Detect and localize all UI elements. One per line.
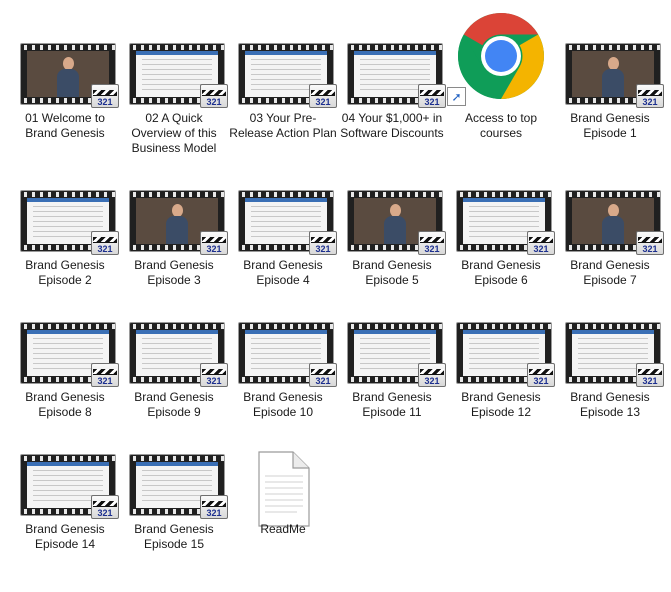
file-name-label: Brand Genesis Episode 11 <box>352 390 432 419</box>
file-name-label: Access to top courses <box>464 111 538 140</box>
media-player-badge-icon: 321 <box>200 363 228 387</box>
file-name-label: Brand Genesis Episode 12 <box>461 390 541 419</box>
video-file-icon: 321 <box>130 44 228 108</box>
media-player-badge-icon: 321 <box>309 363 337 387</box>
media-player-badge-icon: 321 <box>91 495 119 519</box>
file-name-label: Brand Genesis Episode 1 <box>570 111 650 140</box>
file-name-label: Brand Genesis Episode 3 <box>134 258 214 287</box>
file-name-label: Brand Genesis Episode 8 <box>25 390 105 419</box>
file-name-label: Brand Genesis Episode 14 <box>25 522 105 551</box>
file-name-label: 02 A Quick Overview of this Business Mod… <box>131 111 217 155</box>
video-file-icon: 321 <box>21 455 119 519</box>
file-name-label: Brand Genesis Episode 6 <box>461 258 541 287</box>
file-name-label: Brand Genesis Episode 13 <box>570 390 650 419</box>
media-player-badge-icon: 321 <box>636 84 664 108</box>
video-file-icon: 321 <box>348 323 446 387</box>
video-file-icon: 321 <box>348 191 446 255</box>
video-file-icon: 321 <box>239 323 337 387</box>
file-name-label: Brand Genesis Episode 7 <box>570 258 650 287</box>
file-name-label: Brand Genesis Episode 9 <box>134 390 214 419</box>
file-grid: 321 01 Welcome to Brand Genesis 321 02 A Qu… <box>0 0 671 592</box>
video-file-icon: 321 <box>21 191 119 255</box>
media-player-badge-icon: 321 <box>527 363 555 387</box>
media-player-badge-icon: 321 <box>200 495 228 519</box>
video-file-icon: 321 <box>566 323 664 387</box>
file-name-label: Brand Genesis Episode 10 <box>243 390 323 419</box>
file-name-label: Brand Genesis Episode 5 <box>352 258 432 287</box>
file-name-label: 01 Welcome to Brand Genesis <box>25 111 105 140</box>
video-file-icon: 321 <box>348 44 446 108</box>
video-file-icon: 321 <box>457 323 555 387</box>
file-name-label: ReadMe <box>260 522 306 536</box>
chrome-icon: ➚ <box>447 13 555 106</box>
media-player-badge-icon: 321 <box>418 84 446 108</box>
media-player-badge-icon: 321 <box>418 363 446 387</box>
media-player-badge-icon: 321 <box>527 231 555 255</box>
media-player-badge-icon: 321 <box>636 231 664 255</box>
file-name-label: Brand Genesis Episode 2 <box>25 258 105 287</box>
video-file-icon: 321 <box>130 455 228 519</box>
file-name-label: 03 Your Pre-Release Action Plan <box>229 111 337 140</box>
video-file-icon: 321 <box>130 191 228 255</box>
media-player-badge-icon: 321 <box>309 84 337 108</box>
media-player-badge-icon: 321 <box>91 363 119 387</box>
video-file-icon: 321 <box>239 191 337 255</box>
video-file-icon: 321 <box>21 323 119 387</box>
video-file-icon: 321 <box>566 191 664 255</box>
media-player-badge-icon: 321 <box>200 84 228 108</box>
media-player-badge-icon: 321 <box>636 363 664 387</box>
video-file-icon: 321 <box>457 191 555 255</box>
file-name-label: Brand Genesis Episode 4 <box>243 258 323 287</box>
shortcut-arrow-icon: ➚ <box>447 87 466 106</box>
media-player-badge-icon: 321 <box>309 231 337 255</box>
media-player-badge-icon: 321 <box>200 231 228 255</box>
media-player-badge-icon: 321 <box>91 84 119 108</box>
text-document-icon <box>258 451 310 527</box>
video-file-icon: 321 <box>130 323 228 387</box>
file-name-label: Brand Genesis Episode 15 <box>134 522 214 551</box>
video-file-icon: 321 <box>21 44 119 108</box>
video-file-icon: 321 <box>239 44 337 108</box>
file-name-label: 04 Your $1,000+ in Software Discounts <box>340 111 444 140</box>
media-player-badge-icon: 321 <box>91 231 119 255</box>
media-player-badge-icon: 321 <box>418 231 446 255</box>
video-file-icon: 321 <box>566 44 664 108</box>
